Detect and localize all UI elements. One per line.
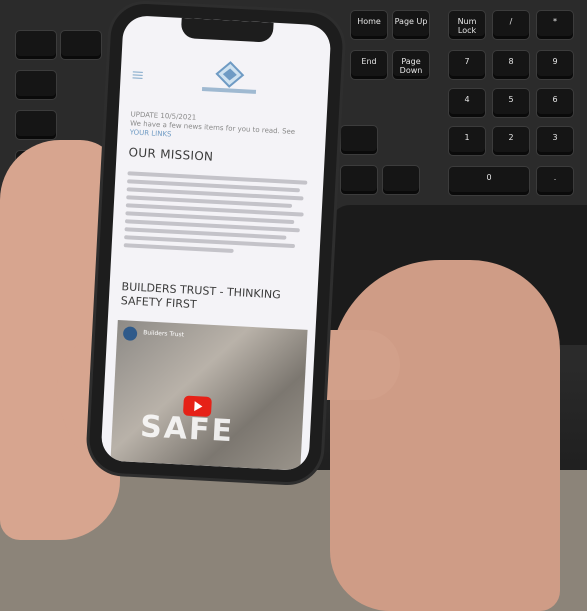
key [15,70,57,100]
mission-paragraph [123,171,311,261]
key [15,110,57,140]
photo-scene: Home Page Up End Page Down Num Lock / * … [0,0,587,611]
key-4: 4 [448,88,486,118]
update-link[interactable]: YOUR LINKS [129,128,171,138]
key-8: 8 [492,50,530,80]
key-6: 6 [536,88,574,118]
hamburger-menu-icon[interactable] [132,71,143,80]
key-blank [382,165,420,195]
builders-trust-logo-icon[interactable] [194,59,266,99]
phone-notch [180,17,274,43]
video-embed[interactable]: Builders Trust SAFE [110,319,308,471]
phone-screen: UPDATE 10/5/2021 We have a few news item… [100,14,332,472]
key-num-lock: Num Lock [448,10,486,40]
key-end: End [350,50,388,80]
key-page-down: Page Down [392,50,430,80]
key-home: Home [350,10,388,40]
key-2: 2 [492,126,530,156]
key-page-up: Page Up [392,10,430,40]
youtube-play-icon[interactable] [182,395,212,417]
key [15,30,57,60]
video-title: Builders Trust [143,329,185,339]
key-9: 9 [536,50,574,80]
key-divide: / [492,10,530,40]
key-7: 7 [448,50,486,80]
our-mission-heading: OUR MISSION [128,145,214,164]
key [60,30,102,60]
key-decimal: . [536,166,574,196]
channel-avatar [122,326,138,341]
key-0: 0 [448,166,530,196]
builders-trust-heading: BUILDERS TRUST - THINKING SAFETY FIRST [120,280,281,312]
smartphone: UPDATE 10/5/2021 We have a few news item… [87,2,345,484]
key-blank [340,125,378,155]
key-multiply: * [536,10,574,40]
key-1: 1 [448,126,486,156]
update-notice: UPDATE 10/5/2021 We have a few news item… [129,110,310,146]
key-blank [340,165,378,195]
right-hand [330,260,560,611]
key-5: 5 [492,88,530,118]
key-3: 3 [536,126,574,156]
